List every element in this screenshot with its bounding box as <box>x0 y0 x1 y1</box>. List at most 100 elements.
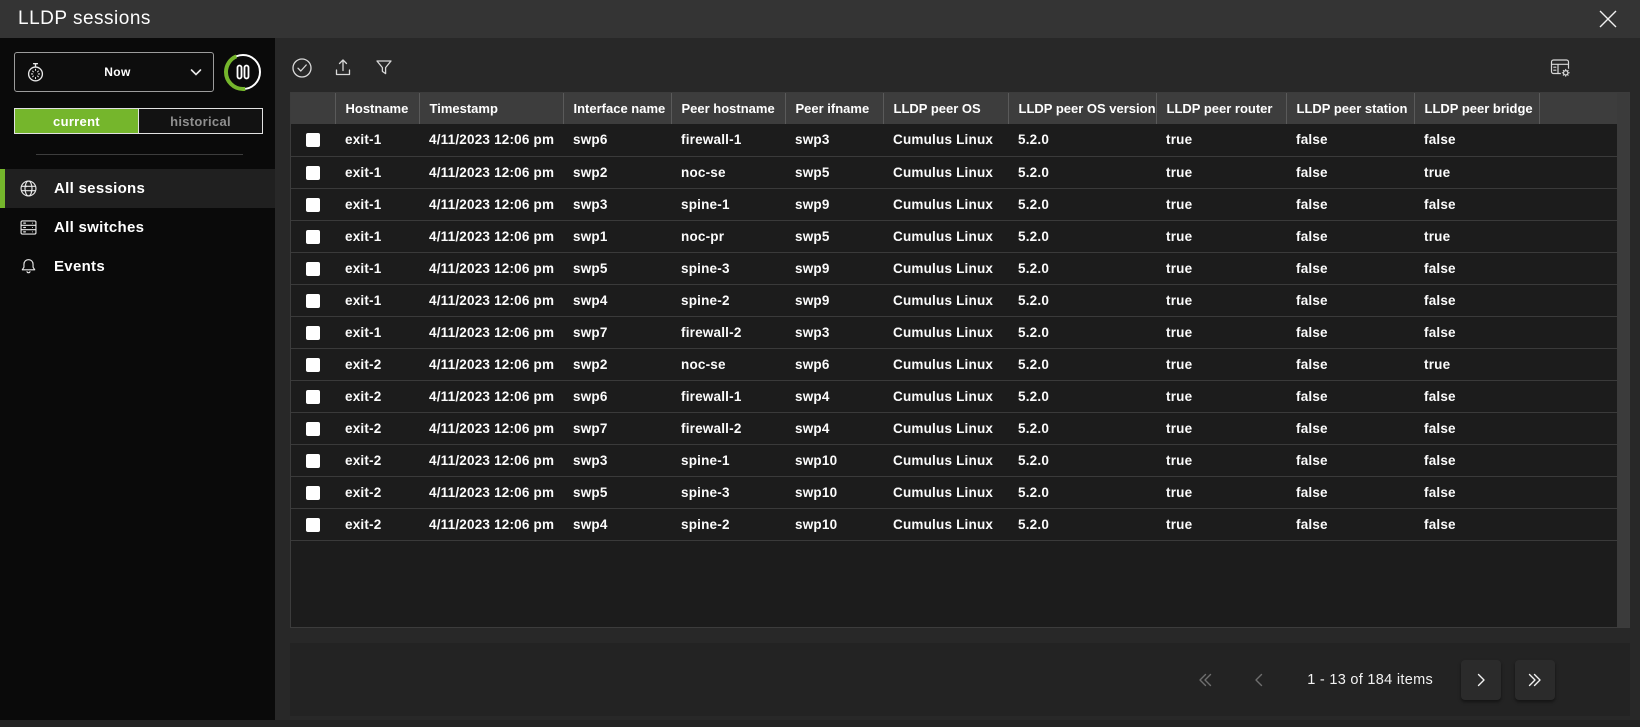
current-historical-toggle: current historical <box>14 108 263 134</box>
cell-lldp-peer-bridge: false <box>1414 316 1539 349</box>
row-checkbox[interactable] <box>306 517 320 532</box>
toggle-option-current[interactable]: current <box>15 109 138 133</box>
sidebar-divider <box>36 154 243 155</box>
column-header-lldp-peer-os-version[interactable]: LLDP peer OS version <box>1007 93 1156 124</box>
row-checkbox[interactable] <box>306 357 320 372</box>
time-range-value: Now <box>104 65 131 79</box>
export-button[interactable] <box>331 56 355 80</box>
row-checkbox[interactable] <box>306 325 320 340</box>
last-page-icon <box>1523 668 1547 692</box>
table-settings-button[interactable] <box>1548 56 1572 80</box>
chevron-down-icon <box>188 64 204 80</box>
cell-hostname: exit-1 <box>335 284 419 317</box>
cell-peer-ifname: swp6 <box>785 348 883 381</box>
cell-lldp-peer-station: false <box>1286 284 1414 317</box>
column-header-lldp-peer-os[interactable]: LLDP peer OS <box>882 93 1008 124</box>
sidebar-controls: Now current historical <box>0 38 275 155</box>
column-header-lldp-peer-router[interactable]: LLDP peer router <box>1155 93 1286 124</box>
row-checkbox-cell <box>291 508 335 541</box>
cell-interface-name: swp5 <box>563 476 671 509</box>
select-all-button[interactable] <box>290 56 314 80</box>
cell-peer-ifname: swp4 <box>785 412 883 445</box>
cell-hostname: exit-1 <box>335 124 419 157</box>
cell-peer-ifname: swp10 <box>785 444 883 477</box>
cell-hostname: exit-1 <box>335 220 419 253</box>
cell-lldp-peer-os-version: 5.2.0 <box>1008 476 1156 509</box>
table-row: exit-1 4/11/2023 12:06 pm swp3 spine-1 swp9 C… <box>291 188 1617 221</box>
column-header-interface-name[interactable]: Interface name <box>562 93 671 124</box>
row-checkbox[interactable] <box>306 229 320 244</box>
row-checkbox[interactable] <box>306 197 320 212</box>
sidebar-item-all-sessions[interactable]: All sessions <box>0 169 275 208</box>
cell-lldp-peer-os-version: 5.2.0 <box>1008 444 1156 477</box>
sidebar-item-all-switches[interactable]: All switches <box>0 208 275 247</box>
cell-interface-name: swp7 <box>563 316 671 349</box>
cell-peer-ifname: swp10 <box>785 508 883 541</box>
column-header-lldp-peer-bridge[interactable]: LLDP peer bridge <box>1413 93 1539 124</box>
filler-cell <box>1539 444 1617 477</box>
column-header-peer-ifname[interactable]: Peer ifname <box>784 93 883 124</box>
cell-peer-ifname: swp10 <box>785 476 883 509</box>
row-checkbox-cell <box>291 348 335 381</box>
pause-refresh-button[interactable] <box>223 52 263 92</box>
row-checkbox[interactable] <box>306 261 320 276</box>
table-row: exit-2 4/11/2023 12:06 pm swp2 noc-se swp6 Cu… <box>291 348 1617 381</box>
row-checkbox[interactable] <box>306 453 320 468</box>
cell-lldp-peer-os: Cumulus Linux <box>883 188 1008 221</box>
next-page-button[interactable] <box>1461 659 1501 700</box>
cell-interface-name: swp2 <box>563 156 671 189</box>
column-header-lldp-peer-station[interactable]: LLDP peer station <box>1285 93 1414 124</box>
cell-peer-hostname: firewall-2 <box>671 316 785 349</box>
row-checkbox[interactable] <box>306 133 320 148</box>
table-row: exit-2 4/11/2023 12:06 pm swp6 firewall-1 sw… <box>291 380 1617 413</box>
table-row: exit-2 4/11/2023 12:06 pm swp5 spine-3 swp10… <box>291 476 1617 509</box>
cell-lldp-peer-os: Cumulus Linux <box>883 252 1008 285</box>
previous-page-button[interactable] <box>1239 660 1279 700</box>
cell-lldp-peer-station: false <box>1286 220 1414 253</box>
cell-lldp-peer-bridge: false <box>1414 188 1539 221</box>
cell-lldp-peer-router: true <box>1156 220 1286 253</box>
vertical-scrollbar[interactable] <box>1617 93 1629 627</box>
cell-lldp-peer-router: true <box>1156 188 1286 221</box>
filter-button[interactable] <box>372 56 396 80</box>
cell-lldp-peer-router: true <box>1156 284 1286 317</box>
time-range-dropdown[interactable]: Now <box>14 52 214 92</box>
cell-lldp-peer-bridge: false <box>1414 508 1539 541</box>
column-header-peer-hostname[interactable]: Peer hostname <box>670 93 785 124</box>
cell-peer-ifname: swp9 <box>785 284 883 317</box>
cell-peer-hostname: spine-1 <box>671 444 785 477</box>
cell-interface-name: swp7 <box>563 412 671 445</box>
cell-lldp-peer-os-version: 5.2.0 <box>1008 412 1156 445</box>
cell-hostname: exit-1 <box>335 156 419 189</box>
cell-lldp-peer-os-version: 5.2.0 <box>1008 508 1156 541</box>
sidebar-item-label: All sessions <box>54 180 146 197</box>
select-column-header <box>291 93 335 124</box>
cell-timestamp: 4/11/2023 12:06 pm <box>419 220 563 253</box>
column-header-hostname[interactable]: Hostname <box>334 93 419 124</box>
row-checkbox-cell <box>291 412 335 445</box>
cell-lldp-peer-router: true <box>1156 476 1286 509</box>
cell-lldp-peer-router: true <box>1156 316 1286 349</box>
sidebar-item-events[interactable]: Events <box>0 247 275 286</box>
row-checkbox-cell <box>291 444 335 477</box>
column-header-timestamp[interactable]: Timestamp <box>418 93 563 124</box>
first-page-button[interactable] <box>1185 660 1225 700</box>
last-page-button[interactable] <box>1515 659 1555 700</box>
row-checkbox[interactable] <box>306 485 320 500</box>
row-checkbox[interactable] <box>306 421 320 436</box>
filler-cell <box>1539 252 1617 285</box>
cell-lldp-peer-os-version: 5.2.0 <box>1008 124 1156 157</box>
row-checkbox[interactable] <box>306 293 320 308</box>
cell-interface-name: swp6 <box>563 124 671 157</box>
lldp-sessions-table: Hostname Timestamp Interface name Peer host… <box>290 92 1630 628</box>
row-checkbox[interactable] <box>306 389 320 404</box>
toggle-option-historical[interactable]: historical <box>138 109 262 133</box>
filter-icon <box>372 56 396 80</box>
row-checkbox-cell <box>291 252 335 285</box>
cell-lldp-peer-os-version: 5.2.0 <box>1008 380 1156 413</box>
cell-lldp-peer-bridge: false <box>1414 476 1539 509</box>
row-checkbox[interactable] <box>306 165 320 180</box>
close-button[interactable] <box>1594 5 1622 33</box>
cell-peer-ifname: swp5 <box>785 156 883 189</box>
main-panel: Hostname Timestamp Interface name Peer host… <box>275 38 1640 720</box>
